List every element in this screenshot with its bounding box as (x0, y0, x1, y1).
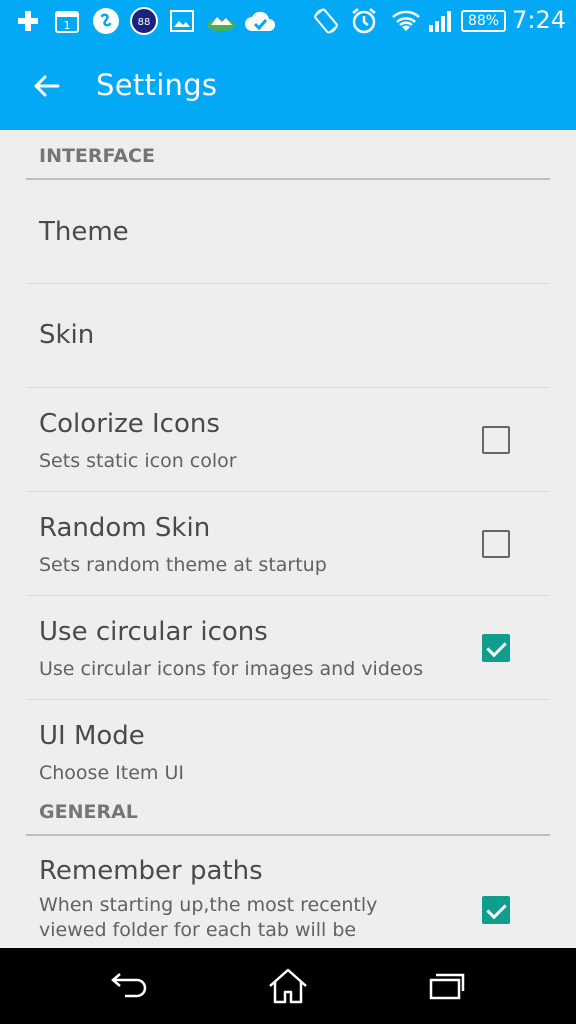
pref-random-skin[interactable]: Random Skin Sets random theme at startup (26, 492, 550, 596)
pref-theme[interactable]: Theme (26, 180, 550, 284)
nav-recents-button[interactable] (422, 966, 472, 1006)
use-circular-icons-checkbox[interactable] (482, 634, 510, 662)
wifi-icon (392, 8, 420, 34)
section-header-general: GENERAL (0, 786, 576, 836)
pref-summary: Sets static icon color (39, 450, 237, 472)
pref-title: Use circular icons (39, 617, 268, 647)
badge-count: 88 (138, 17, 151, 28)
nav-home-button[interactable] (263, 966, 313, 1006)
random-skin-checkbox[interactable] (482, 530, 510, 558)
status-bar: 1 88 88% 7:24 (0, 0, 576, 42)
pref-use-circular-icons[interactable]: Use circular icons Use circular icons fo… (26, 596, 550, 700)
landscape-app-icon (206, 8, 236, 34)
app-bar: Settings (0, 42, 576, 130)
pref-colorize-icons[interactable]: Colorize Icons Sets static icon color (26, 388, 550, 492)
page-title: Settings (96, 68, 218, 102)
battery-indicator: 88% (461, 10, 506, 32)
gallery-icon (170, 8, 194, 34)
colorize-icons-checkbox[interactable] (482, 426, 510, 454)
navigation-bar (0, 948, 576, 1024)
remember-paths-checkbox[interactable] (482, 896, 510, 924)
home-icon (269, 968, 307, 1004)
settings-list[interactable]: INTERFACE Theme Skin Colorize Icons Sets… (0, 130, 576, 948)
clock: 7:24 (512, 6, 566, 34)
pref-title: Remember paths (39, 856, 263, 886)
calendar-icon: 1 (54, 8, 80, 34)
recents-icon (429, 973, 465, 1000)
app-badge-icon: 88 (130, 7, 158, 35)
pref-title: Colorize Icons (39, 409, 220, 439)
back-arrow-icon (111, 973, 147, 998)
pref-summary: Choose Item UI (39, 762, 184, 784)
cloud-check-icon (244, 8, 276, 34)
add-notification-icon (16, 8, 40, 34)
section-header-interface: INTERFACE (0, 130, 576, 180)
arrow-left-icon (34, 75, 60, 97)
pref-summary: Use circular icons for images and videos (39, 658, 424, 680)
pref-summary-line-2: viewed folder for each tab will be (39, 919, 357, 941)
pref-title: Random Skin (39, 513, 211, 543)
pref-title: Theme (39, 217, 129, 247)
pref-skin[interactable]: Skin (26, 284, 550, 388)
pref-summary: Sets random theme at startup (39, 554, 327, 576)
nav-back-button[interactable] (104, 966, 154, 1006)
pref-remember-paths[interactable]: Remember paths When starting up,the most… (26, 836, 550, 948)
pref-title: UI Mode (39, 721, 145, 751)
rotation-icon (312, 8, 340, 34)
signal-icon (428, 8, 454, 34)
pref-title: Skin (39, 320, 95, 350)
calendar-day: 1 (64, 19, 71, 32)
shazam-icon (92, 8, 120, 34)
alarm-icon (350, 8, 378, 34)
pref-summary-line-1: When starting up,the most recently (39, 894, 378, 916)
back-button[interactable] (26, 66, 66, 106)
